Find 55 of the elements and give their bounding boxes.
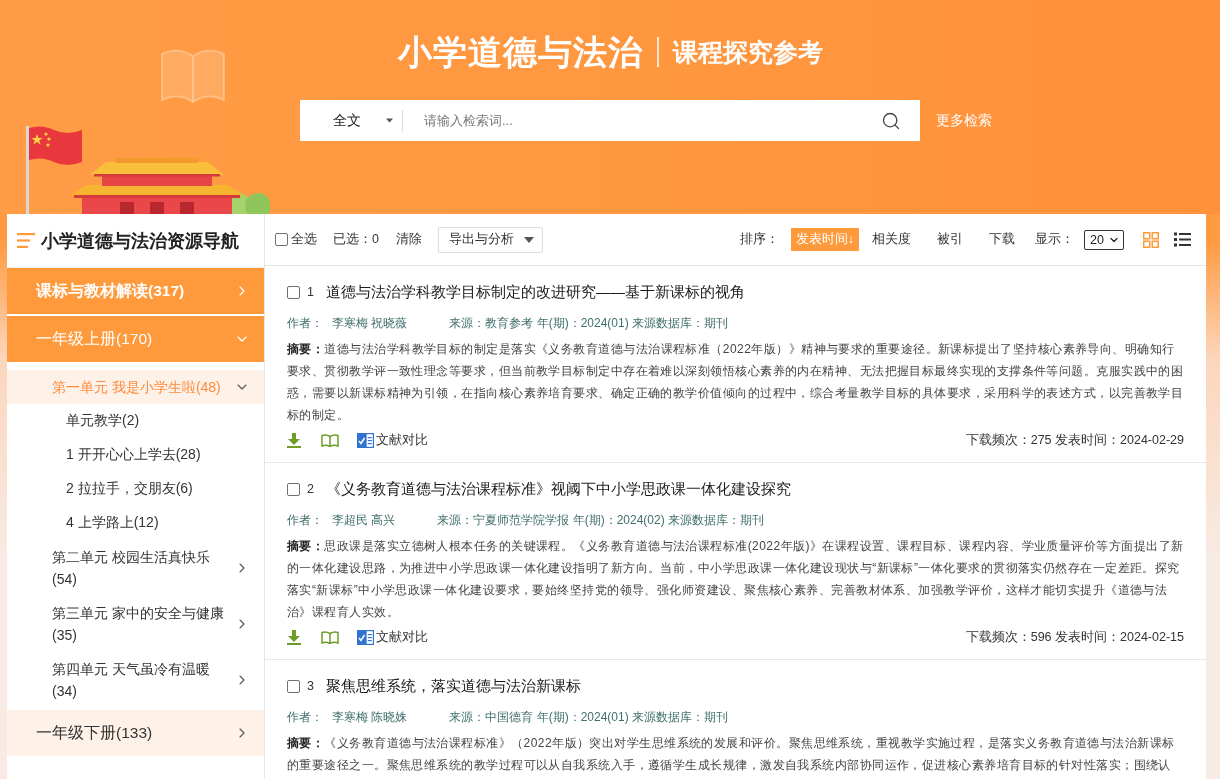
- abstract-text: 摘要：《义务教育道德与法治课程标准》（2022年版）突出对学生思维系统的发展和评价。聚焦思维系统，重视教学实施过程，是落实义务教育道德与法治新课标的重要途径之一。聚焦思维系统的教学过程可以从自我系统入手，遵循学生成长规律，激发自我系统内部协同运作，促进核心素养培育目标的针对性落实；围绕认: [287, 735, 1176, 774]
- sort-option[interactable]: 下载: [984, 228, 1020, 251]
- selected-count: 已选：0: [333, 231, 379, 248]
- caret-icon: [386, 118, 393, 123]
- checkbox[interactable]: [287, 679, 300, 693]
- author-label: 作者：: [287, 709, 323, 726]
- sort-label: 排序：: [739, 231, 779, 248]
- nav-lesson[interactable]: 单元教学(2): [7, 404, 264, 438]
- result-number: 3: [307, 679, 314, 693]
- nav-lesson[interactable]: 1 开开心心上学去(28): [7, 438, 264, 472]
- compare-icon: [357, 432, 374, 448]
- sort-option[interactable]: 相关度: [867, 228, 916, 251]
- book-icon[interactable]: [321, 433, 339, 447]
- result-stats: 下载频次：596 发表时间：2024-02-15: [965, 628, 1184, 646]
- author-label: 作者：: [287, 512, 323, 529]
- site-subtitle: 课程探究参考: [672, 37, 823, 68]
- result-number: 1: [307, 285, 314, 299]
- scope-dropdown[interactable]: 全文: [300, 100, 402, 141]
- nav-category[interactable]: 一年级下册(133): [7, 710, 264, 756]
- compare-button[interactable]: 文献对比: [357, 431, 428, 449]
- source-info: 来源：教育参考 年(期)：2024(01) 来源数据库：期刊: [449, 315, 729, 332]
- download-icon[interactable]: [287, 629, 301, 645]
- clear-button[interactable]: 清除: [395, 231, 422, 248]
- author-names[interactable]: 李寒梅 祝晓薇: [332, 312, 408, 334]
- export-dropdown[interactable]: 导出与分析: [437, 226, 543, 253]
- nav-lesson[interactable]: 4 上学路上(12): [7, 506, 264, 540]
- download-icon[interactable]: [287, 432, 301, 448]
- caret-icon: [523, 236, 534, 243]
- author-names[interactable]: 李超民 高兴: [332, 509, 396, 531]
- author-label: 作者：: [287, 315, 323, 332]
- compare-button[interactable]: 文献对比: [357, 628, 428, 646]
- result-stats: 下载频次：275 发表时间：2024-02-29: [965, 431, 1184, 449]
- page-size-select[interactable]: 20: [1084, 229, 1124, 250]
- checkbox[interactable]: [275, 233, 288, 246]
- checkbox[interactable]: [287, 285, 300, 299]
- source-info: 来源：宁夏师范学院学报 年(期)：2024(02) 来源数据库：期刊: [437, 512, 765, 529]
- display-label: 显示：: [1035, 231, 1074, 248]
- search-icon[interactable]: [881, 110, 901, 131]
- book-icon[interactable]: [321, 630, 339, 644]
- author-names[interactable]: 李寒梅 陈晓姝: [332, 706, 408, 728]
- result-number: 2: [307, 482, 314, 496]
- abstract-text: 摘要：思政课是落实立德树人根本任务的关键课程。《义务教育道德与法治课程标准(2022年版)》在课程设置、课程目标、课程内容、学业质量评价等方面提出了新的一体化建设思路，为推进中小学思政课一体化建设指明了新方向。当前，中小学思政课一体化建设现状与“新课标”一体化要求的贯彻落实仍然存在一定差距。探究落实“新课标”中小学思政课一体化建设要求，要始终坚持党的领导、强化师资建设、聚焦核心素养、完善教材体系、加强教学评价，这样才能切实提升《道德与法治》课程育人实效。: [287, 538, 1184, 621]
- checkbox[interactable]: [287, 482, 300, 496]
- source-info: 来源：中国德育 年(期)：2024(01) 来源数据库：期刊: [449, 709, 729, 726]
- result-title[interactable]: 道德与法治学科教学目标制定的改进研究——基于新课标的视角: [325, 282, 745, 302]
- list-view-icon[interactable]: [1174, 232, 1191, 247]
- site-title: 小学道德与法治: [397, 32, 643, 73]
- select-all-label[interactable]: 全选: [291, 231, 317, 248]
- compare-icon: [357, 629, 374, 645]
- abstract-text: 摘要：道德与法治学科教学目标的制定是落实《义务教育道德与法治课程标准（2022年版）》精神与要求的重要途径。新课标提出了坚持核心素养导向、明确知行要求、贯彻教学评一致性理念等要求，但当前教学目标制定中存在着难以深刻领悟核心素养的内在精神、无法把握目标最终实现的支撑条件等问题。克服实践中的困惑，需要以新课标精神为引领，在指向核心素养培育要求、确定正确的教学价值倾向的过程中，综合考量教学目标的具体要求，采用科学的表述方式，以完善教学目标的制定。: [287, 341, 1184, 424]
- sort-option[interactable]: 被引: [932, 228, 968, 251]
- result-title[interactable]: 《义务教育道德与法治课程标准》视阈下中小学思政课一体化建设探究: [325, 479, 791, 499]
- sidebar-title: 小学道德与法治资源导航: [41, 229, 239, 253]
- nav-lesson[interactable]: 2 拉拉手，交朋友(6): [7, 472, 264, 506]
- result-title[interactable]: 聚焦思维系统，落实道德与法治新课标: [325, 676, 581, 696]
